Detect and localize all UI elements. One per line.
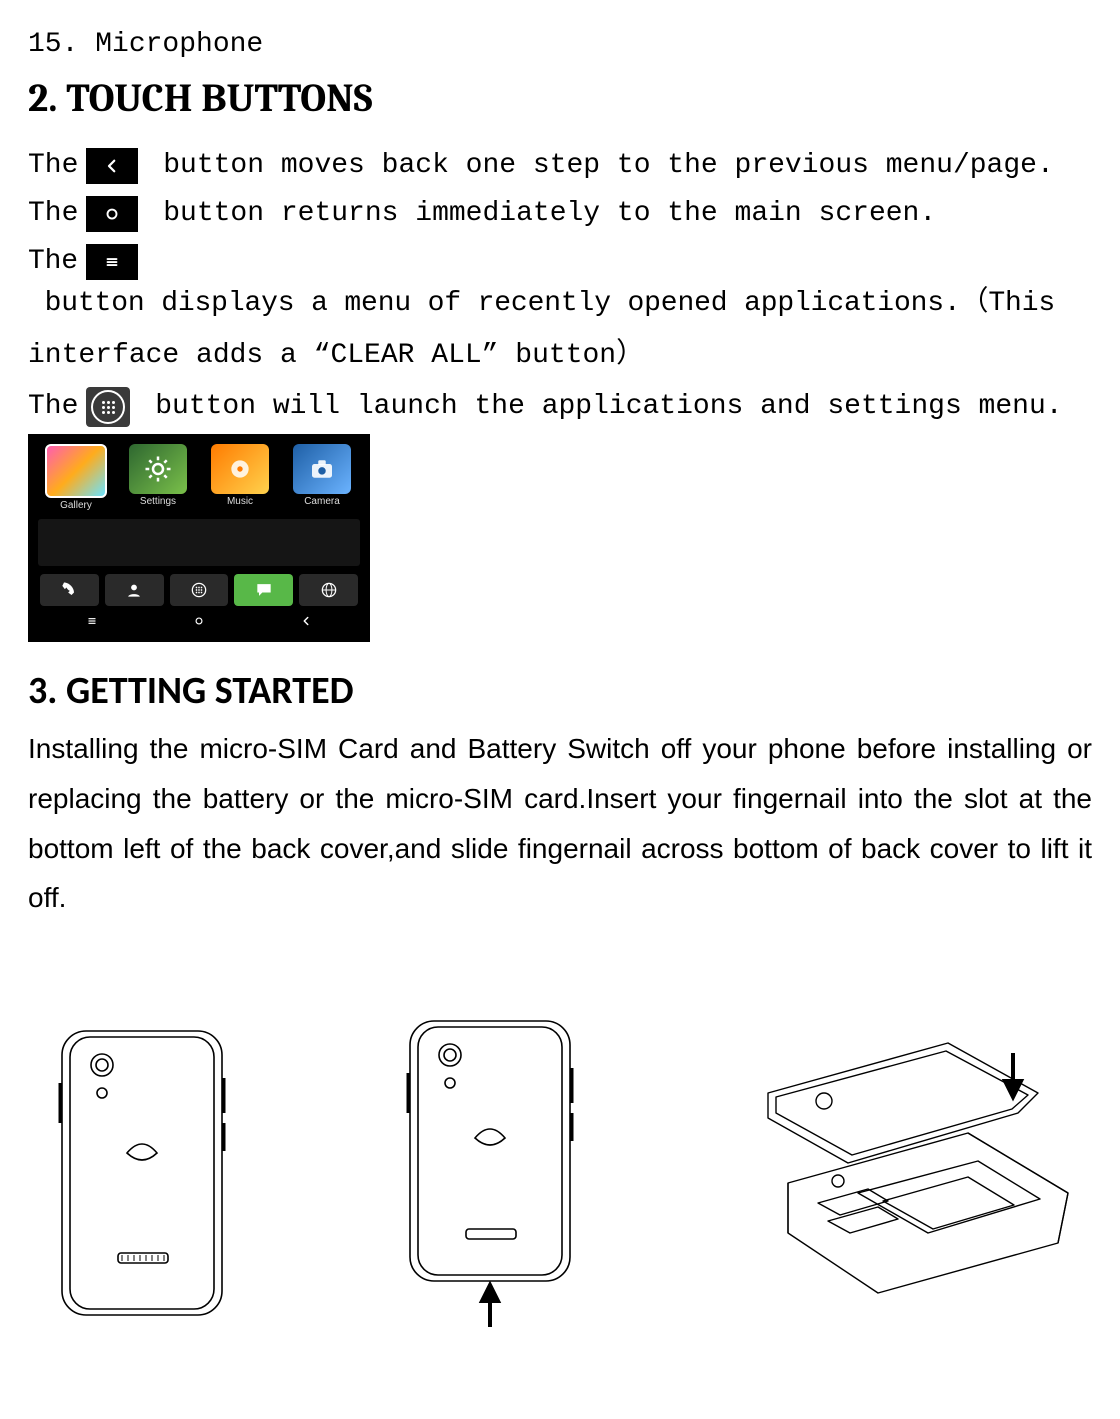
list-item-microphone: 15. Microphone (28, 20, 1092, 69)
home-button-icon (86, 196, 138, 232)
heading-touch-buttons: 2. TOUCH BUTTONS (28, 75, 1092, 121)
dock-apps-icon (170, 574, 229, 606)
diagram-lift-cover-icon (370, 1013, 610, 1333)
text: The (28, 145, 78, 187)
touch-line-recent-cont: interface adds a “CLEAR ALL” button） (28, 331, 1092, 380)
touch-line-home: The button returns immediately to the ma… (28, 193, 1092, 235)
text: button will launch the applications and … (138, 386, 1062, 428)
dock-phone-icon (40, 574, 99, 606)
dock-contacts-icon (105, 574, 164, 606)
sim-install-diagrams (28, 1013, 1092, 1333)
text: button moves back one step to the previo… (146, 145, 1053, 187)
paragraph-getting-started: Installing the micro-SIM Card and Batter… (28, 724, 1092, 923)
text: button displays a menu of recently opene… (28, 283, 1055, 325)
touch-line-apps: The button will launch the applications … (28, 386, 1092, 428)
back-button-icon (86, 148, 138, 184)
nav-row (38, 608, 360, 634)
app-music-icon: Music (202, 444, 278, 511)
heading-getting-started: 3. GETTING STARTED (28, 668, 1092, 714)
app-gallery-icon: Gallery (38, 444, 114, 511)
app-camera-icon: Camera (284, 444, 360, 511)
text: The (28, 386, 78, 428)
apps-menu-button-icon (86, 387, 130, 427)
text: The (28, 193, 78, 235)
phone-homescreen-illustration: Gallery Settings Music (28, 434, 370, 642)
dock-messages-icon (234, 574, 293, 606)
touch-line-back: The button moves back one step to the pr… (28, 145, 1092, 187)
dock-row (38, 570, 360, 608)
dock-browser-icon (299, 574, 358, 606)
nav-home-icon (145, 608, 252, 634)
nav-back-icon (253, 608, 360, 634)
text: The (28, 241, 78, 283)
touch-line-recent: The button displays a menu of recently o… (28, 241, 1092, 325)
diagram-open-isometric-icon (728, 1023, 1088, 1323)
app-settings-icon: Settings (120, 444, 196, 511)
diagram-phone-back-icon (32, 1023, 252, 1323)
recent-apps-button-icon (86, 244, 138, 280)
text: button returns immediately to the main s… (146, 193, 936, 235)
nav-recent-icon (38, 608, 145, 634)
